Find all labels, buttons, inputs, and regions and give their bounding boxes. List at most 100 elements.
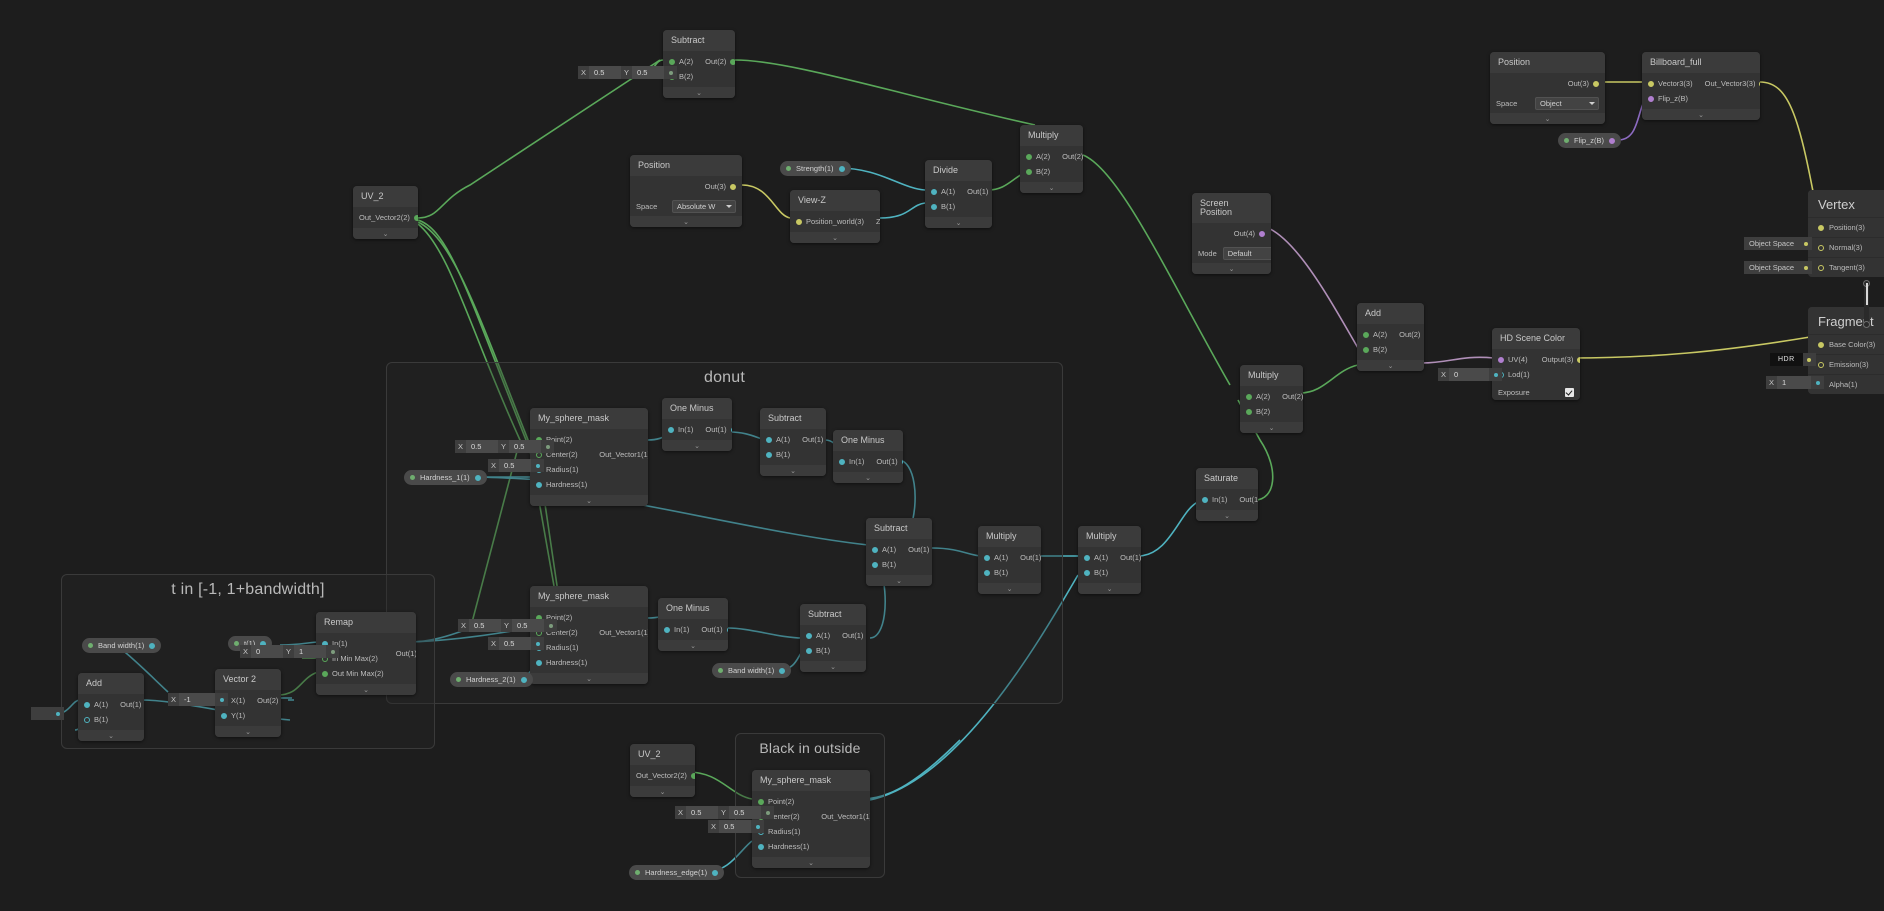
node-subtract-d1[interactable]: Subtract A(1) B(1) Out(1) ⌄ — [760, 408, 826, 476]
node-sphere-mask-2[interactable]: My_sphere_mask Point(2) Center(2) Radius… — [530, 586, 648, 684]
vertex-slot-position[interactable]: Position(3) — [1808, 217, 1884, 237]
chip-knob[interactable] — [541, 440, 555, 453]
collapse-toggle[interactable]: ⌄ — [630, 216, 742, 227]
chip-knob[interactable] — [544, 619, 558, 632]
collapse-toggle[interactable]: ⌄ — [1490, 113, 1605, 124]
chip-x-value[interactable]: 0 — [251, 645, 284, 658]
output-port[interactable] — [901, 458, 903, 465]
chip-knob[interactable] — [1799, 261, 1813, 274]
input-port[interactable] — [872, 546, 878, 553]
input-port[interactable] — [1246, 408, 1252, 415]
collapse-toggle[interactable]: ⌄ — [1642, 109, 1760, 120]
scroll-handle-bottom[interactable] — [1863, 321, 1870, 328]
node-subtract-d2[interactable]: Subtract A(1) B(1) Out(1) ⌄ — [866, 518, 932, 586]
chip-sm2-center[interactable]: X 0.5 Y 0.5 — [458, 619, 558, 632]
chip-sm3-radius[interactable]: X 0.5 — [708, 820, 765, 833]
exposure-checkbox[interactable] — [1565, 388, 1574, 397]
node-multiply-d1[interactable]: Multiply A(1) B(1) Out(1) ⌄ — [978, 526, 1041, 594]
collapse-toggle[interactable]: ⌄ — [800, 661, 866, 672]
input-port[interactable] — [766, 451, 772, 458]
input-port[interactable] — [322, 670, 328, 677]
collapse-toggle[interactable]: ⌄ — [630, 786, 695, 797]
pill-strength[interactable]: Strength(1) — [780, 161, 851, 176]
pill-output-port[interactable] — [520, 676, 527, 683]
input-port[interactable] — [766, 436, 772, 443]
node-view-z[interactable]: View-Z Position_world(3) Z(1) ⌄ — [790, 190, 880, 243]
pill-output-port[interactable] — [779, 667, 786, 674]
collapse-toggle[interactable]: ⌄ — [760, 465, 826, 476]
input-port[interactable] — [1363, 346, 1369, 353]
input-port[interactable] — [984, 569, 990, 576]
node-saturate[interactable]: Saturate In(1) Out(1) ⌄ — [1196, 468, 1258, 521]
node-position-object[interactable]: Position Out(3) Space Object ⌄ — [1490, 52, 1605, 124]
input-port[interactable] — [536, 481, 542, 488]
chip-knob[interactable] — [664, 66, 678, 79]
chip-y-value[interactable]: 1 — [294, 645, 327, 658]
output-port[interactable] — [1577, 356, 1580, 363]
collapse-toggle[interactable]: ⌄ — [1196, 510, 1258, 521]
chip-y-value[interactable]: 0.5 — [632, 66, 665, 79]
node-graph-canvas[interactable]: donut t in [-1, 1+bandwidth] Black in ou… — [0, 0, 1884, 911]
input-port[interactable] — [872, 561, 878, 568]
input-port[interactable] — [1246, 393, 1252, 400]
node-position-absolute[interactable]: Position Out(3) Space Absolute W ⌄ — [630, 155, 742, 227]
collapse-toggle[interactable]: ⌄ — [662, 440, 732, 451]
input-port[interactable] — [931, 188, 937, 195]
chip-emission-hdr[interactable]: HDR — [1770, 353, 1816, 366]
node-billboard-full[interactable]: Billboard_full Vector3(3) Flip_z(B) Out_… — [1642, 52, 1760, 120]
input-port[interactable] — [536, 659, 542, 666]
input-port[interactable] — [796, 218, 802, 225]
chip-subtract-top-b[interactable]: X 0.5 Y 0.5 — [578, 66, 678, 79]
pill-output-port[interactable] — [838, 165, 845, 172]
input-port[interactable] — [221, 712, 227, 719]
output-port[interactable] — [730, 426, 732, 433]
pill-hardness-edge[interactable]: Hardness_edge(1) — [629, 865, 725, 880]
node-multiply-screen[interactable]: Multiply A(2) B(2) Out(2) ⌄ — [1240, 365, 1303, 433]
chip-x-value[interactable]: -1 — [179, 693, 216, 706]
input-port[interactable] — [758, 798, 764, 805]
vertex-slot-tangent[interactable]: Tangent(3) — [1808, 257, 1884, 277]
pill-flip-z[interactable]: Flip_z(B) — [1558, 133, 1622, 148]
collapse-toggle[interactable]: ⌄ — [530, 673, 648, 684]
input-port[interactable] — [1818, 224, 1824, 231]
node-sphere-mask-3[interactable]: My_sphere_mask Point(2) Center(2) Radius… — [752, 770, 870, 868]
input-port[interactable] — [806, 647, 812, 654]
pill-output-port[interactable] — [474, 474, 481, 481]
output-port[interactable] — [690, 772, 695, 779]
chip-knob[interactable] — [761, 806, 775, 819]
chip-knob[interactable] — [1802, 353, 1816, 366]
collapse-toggle[interactable]: ⌄ — [925, 217, 992, 228]
output-port[interactable] — [1259, 230, 1265, 237]
chip-sm2-radius[interactable]: X 0.5 — [488, 637, 545, 650]
collapse-toggle[interactable]: ⌄ — [978, 583, 1041, 594]
chip-y-value[interactable]: 0.5 — [509, 440, 542, 453]
chip-x-value[interactable]: 0.5 — [499, 459, 532, 472]
node-divide[interactable]: Divide A(1) B(1) Out(1) ⌄ — [925, 160, 992, 228]
input-port[interactable] — [84, 701, 90, 708]
input-port[interactable] — [1026, 168, 1032, 175]
input-port[interactable] — [1084, 569, 1090, 576]
pill-band-width-2[interactable]: Band width(1) — [712, 663, 792, 678]
node-one-minus-1[interactable]: One Minus In(1) Out(1) ⌄ — [662, 398, 732, 451]
input-port[interactable] — [1084, 554, 1090, 561]
collapse-toggle[interactable]: ⌄ — [316, 684, 416, 695]
chip-lod[interactable]: X 0 — [1438, 368, 1503, 381]
chip-x-value[interactable]: 0.5 — [499, 637, 532, 650]
space-label[interactable]: Object Space — [1744, 261, 1800, 274]
pill-output-port[interactable] — [1609, 137, 1616, 144]
input-port[interactable] — [1818, 264, 1824, 271]
input-port[interactable] — [984, 554, 990, 561]
chip-knob[interactable] — [51, 707, 64, 720]
chip-knob[interactable] — [1489, 368, 1503, 381]
chip-y-value[interactable]: 0.5 — [512, 619, 545, 632]
input-port[interactable] — [931, 203, 937, 210]
fragment-slot-emission[interactable]: Emission(3) — [1808, 354, 1884, 374]
master-node-vertex[interactable]: Vertex Position(3) Normal(3) Tangent(3) — [1808, 190, 1884, 277]
chip-knob[interactable] — [326, 645, 340, 658]
chip-vector2-x[interactable]: X -1 — [168, 693, 229, 706]
pill-band-width-1[interactable]: Band width(1) — [82, 638, 162, 653]
input-port[interactable] — [839, 458, 845, 465]
input-port[interactable] — [758, 843, 764, 850]
collapse-toggle[interactable]: ⌄ — [833, 472, 903, 483]
chip-x-value[interactable]: 0.5 — [589, 66, 622, 79]
